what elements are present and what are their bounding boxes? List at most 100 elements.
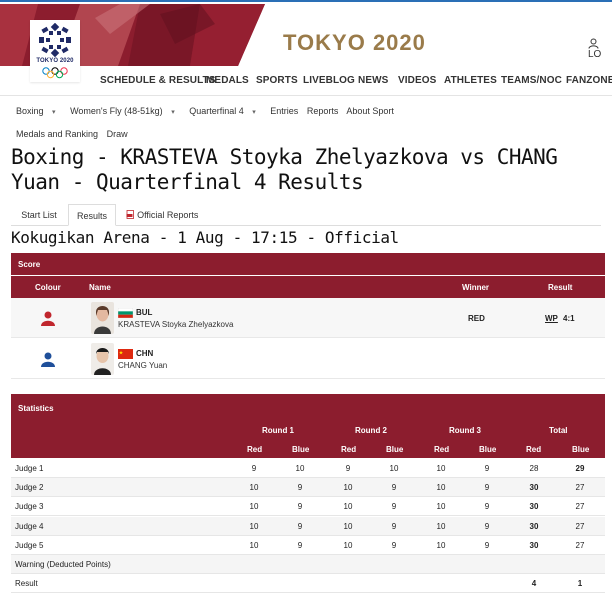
nav-news[interactable]: NEWS xyxy=(358,75,388,86)
statistics-row-label: Judge 3 xyxy=(15,502,44,512)
red-header: Red xyxy=(341,445,357,454)
login-link[interactable]: LO xyxy=(588,38,612,60)
statistics-row: Warning (Deducted Points) xyxy=(11,555,605,574)
emblem-label: TOKYO 2020 xyxy=(36,58,74,64)
score-row-red: BUL KRASTEVA Stoyka Zhelyazkova RED WP 4… xyxy=(11,298,605,338)
login-label: LO xyxy=(588,49,602,61)
tab-results[interactable]: Results xyxy=(68,204,116,226)
statistics-cell: 27 xyxy=(575,521,585,531)
nav-fanzone[interactable]: FANZONE xyxy=(566,75,612,86)
statistics-cell: 10 xyxy=(436,521,446,531)
subnav-about-sport[interactable]: About Sport xyxy=(346,106,394,116)
statistics-row-label: Warning (Deducted Points) xyxy=(15,560,111,569)
pdf-icon xyxy=(126,210,134,219)
statistics-cell: 9 xyxy=(484,502,490,512)
red-corner-icon xyxy=(41,311,55,326)
round-1-header: Round 1 xyxy=(262,426,294,435)
site-title[interactable]: TOKYO 2020 xyxy=(283,30,426,56)
statistics-cell: 9 xyxy=(484,540,490,550)
statistics-cell: 10 xyxy=(249,521,259,531)
statistics-label: Statistics xyxy=(18,404,54,413)
red-header: Red xyxy=(247,445,263,454)
nav-liveblog[interactable]: LIVEBLOG xyxy=(303,75,355,86)
statistics-cell: 29 xyxy=(575,464,585,473)
nav-sports[interactable]: SPORTS xyxy=(256,75,298,86)
statistics-row: Judge 2 10 9 10 9 10 9 30 27 xyxy=(11,478,605,498)
athlete-name[interactable]: CHANG Yuan xyxy=(118,361,167,370)
statistics-cell: 27 xyxy=(575,502,585,512)
blue-corner-icon xyxy=(41,352,55,367)
noc-code: CHN xyxy=(136,349,154,358)
statistics-row-label: Judge 2 xyxy=(15,483,44,493)
sub-nav-row-2: Medals and Ranking Draw xyxy=(16,129,134,139)
blue-header: Blue xyxy=(292,445,310,454)
win-method-link[interactable]: WP xyxy=(545,314,558,323)
statistics-row: Judge 4 10 9 10 9 10 9 30 27 xyxy=(11,516,605,536)
nav-schedule-results[interactable]: SCHEDULE & RESULTS xyxy=(100,75,216,86)
col-name: Name xyxy=(89,283,111,292)
flag-bulgaria-icon xyxy=(118,308,133,318)
olympic-rings-icon xyxy=(42,67,68,79)
user-icon xyxy=(588,38,599,49)
result-score: 4:1 xyxy=(563,314,575,323)
statistics-cell: 9 xyxy=(251,464,257,473)
statistics-row: Result 4 1 xyxy=(11,574,605,594)
round-3-header: Round 3 xyxy=(449,426,481,435)
statistics-cell: 28 xyxy=(529,464,539,473)
athlete-photo xyxy=(91,302,114,334)
col-result: Result xyxy=(548,283,573,292)
statistics-cell: 9 xyxy=(391,540,397,550)
nav-medals[interactable]: MEDALS xyxy=(206,75,249,86)
statistics-cell: 30 xyxy=(529,502,539,512)
subnav-phase[interactable]: Quarterfinal 4 ▾ xyxy=(189,106,262,116)
statistics-cell: 10 xyxy=(436,502,446,512)
score-row-blue: CHN CHANG Yuan xyxy=(11,339,605,379)
result-tabs: Start List Results Official Reports xyxy=(11,204,601,226)
caret-down-icon: ▾ xyxy=(171,109,175,116)
tab-start-list[interactable]: Start List xyxy=(11,204,67,226)
statistics-cell: 10 xyxy=(343,540,353,550)
statistics-cell: 9 xyxy=(484,464,490,473)
subnav-boxing[interactable]: Boxing ▾ xyxy=(16,106,62,116)
subnav-reports[interactable]: Reports xyxy=(307,106,339,116)
statistics-cell: 9 xyxy=(297,540,303,550)
nav-videos[interactable]: VIDEOS xyxy=(398,75,436,86)
main-nav: SCHEDULE & RESULTS MEDALS SPORTS LIVEBLO… xyxy=(0,66,612,96)
statistics-cell: 10 xyxy=(436,483,446,493)
statistics-cell: 9 xyxy=(297,502,303,512)
statistics-row: Judge 3 10 9 10 9 10 9 30 27 xyxy=(11,497,605,517)
subnav-entries[interactable]: Entries xyxy=(270,106,298,116)
venue-date-line: Kokugikan Arena - 1 Aug - 17:15 - Offici… xyxy=(11,228,399,247)
statistics-cell: 10 xyxy=(343,502,353,512)
blue-header: Blue xyxy=(386,445,404,454)
athlete-name[interactable]: KRASTEVA Stoyka Zhelyazkova xyxy=(118,320,233,329)
round-2-header: Round 2 xyxy=(355,426,387,435)
tab-official-reports-label: Official Reports xyxy=(137,210,199,220)
subnav-medals-ranking[interactable]: Medals and Ranking xyxy=(16,129,98,139)
statistics-cell: 10 xyxy=(343,483,353,493)
statistics-cell: 10 xyxy=(436,540,446,550)
total-header: Total xyxy=(549,426,568,435)
subnav-phase-label: Quarterfinal 4 xyxy=(189,106,244,116)
score-label: Score xyxy=(18,260,41,269)
subnav-boxing-label: Boxing xyxy=(16,106,44,116)
subnav-draw[interactable]: Draw xyxy=(107,129,128,139)
score-column-headers: Colour Name Winner Result xyxy=(11,276,605,298)
col-colour: Colour xyxy=(35,283,61,292)
score-section-header: Score xyxy=(11,253,605,275)
nav-athletes[interactable]: ATHLETES xyxy=(444,75,497,86)
statistics-cell: 1 xyxy=(577,579,583,589)
statistics-cell: 10 xyxy=(343,521,353,531)
statistics-cell: 30 xyxy=(529,483,539,493)
red-header: Red xyxy=(526,445,542,454)
nav-teams-noc[interactable]: TEAMS/NOC xyxy=(501,75,562,86)
statistics-cell: 4 xyxy=(531,579,537,589)
caret-down-icon: ▾ xyxy=(252,109,256,116)
statistics-header: Statistics Round 1 Round 2 Round 3 Total… xyxy=(11,394,605,458)
statistics-cell: 10 xyxy=(295,464,305,473)
subnav-event[interactable]: Women's Fly (48-51kg) ▾ xyxy=(70,106,181,116)
tab-official-reports[interactable]: Official Reports xyxy=(123,204,201,226)
statistics-cell: 9 xyxy=(345,464,351,473)
statistics-cell: 10 xyxy=(249,502,259,512)
tokyo-2020-emblem[interactable]: TOKYO 2020 xyxy=(30,20,80,82)
